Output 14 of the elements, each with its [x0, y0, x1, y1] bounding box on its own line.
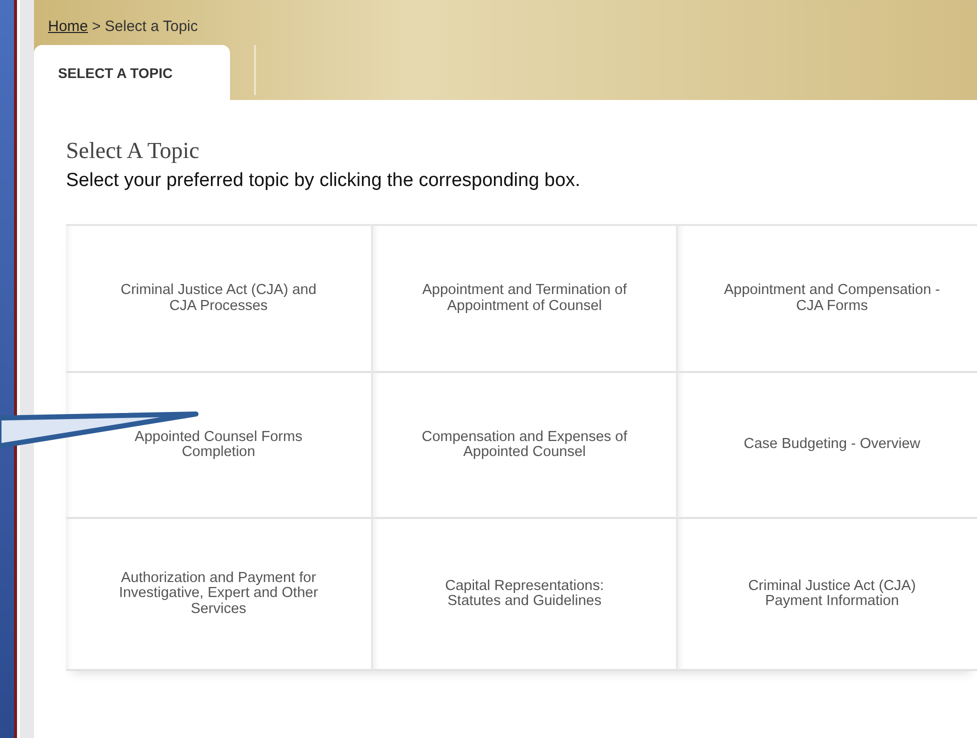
instruction-text: Select your preferred topic by clicking the corresponding box. — [66, 170, 582, 192]
topic-box[interactable]: Compensation and Expenses of Appointed Counsel — [373, 373, 678, 519]
topic-box[interactable]: Authorization and Payment for Investigative, Expert and Other Services — [66, 519, 373, 671]
topic-box[interactable]: Criminal Justice Act (CJA) Payment Information — [678, 519, 977, 671]
topic-box[interactable]: Case Budgeting - Overview — [678, 373, 977, 519]
breadcrumb-separator: > — [92, 18, 101, 37]
tab[interactable]: SELECT A TOPIC — [34, 45, 230, 100]
topic-box[interactable]: Appointment and Termination of Appointment of Counsel — [373, 226, 678, 373]
breadcrumb-current: Select a Topic — [104, 18, 198, 37]
home-link[interactable]: Home — [48, 18, 88, 45]
topic-box[interactable]: Capital Representations: Statutes and Guidelines — [373, 519, 678, 671]
topic-box[interactable]: Appointment and Compensation - CJA Forms — [678, 226, 977, 373]
page-heading: Select A Topic — [66, 138, 200, 164]
topic-box[interactable]: Criminal Justice Act (CJA) and CJA Processes — [66, 226, 373, 373]
